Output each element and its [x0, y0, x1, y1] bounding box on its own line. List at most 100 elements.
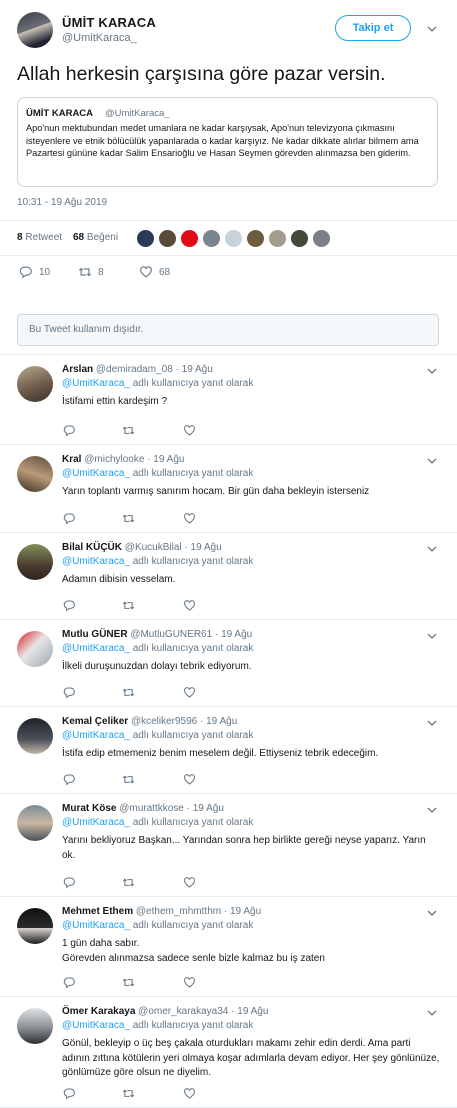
reply-author-handle[interactable]: @omer_karakaya34 [138, 1006, 228, 1017]
reply-icon [63, 513, 75, 525]
avatar[interactable] [17, 1008, 53, 1044]
chevron-down-icon[interactable] [427, 1008, 437, 1018]
reply-tweet[interactable]: Bilal KÜÇÜK @KucukBilal · 19 Ağu @UmitKar… [0, 533, 457, 620]
chevron-down-icon[interactable] [427, 805, 437, 815]
replying-to-text: adlı kullanıcıya yanıt olarak [129, 920, 254, 931]
author-handle[interactable]: @UmitKaraca_ [62, 32, 137, 44]
quoted-tweet[interactable]: ÜMİT KARACA @UmitKaraca_ Apo'nun mektubu… [17, 97, 438, 187]
reply-author-name[interactable]: Kral [62, 454, 81, 465]
retweet-icon [122, 514, 135, 523]
reply-author-name[interactable]: Murat Köse [62, 803, 116, 814]
reply-header: Mutlu GÜNER @MutluGUNER61 · 19 Ağu [62, 629, 252, 640]
replying-to-handle[interactable]: @UmitKaraca_ [62, 730, 130, 741]
like-stat[interactable]: 68 Beğeni [73, 232, 118, 243]
reply-tweet[interactable]: Ömer Karakaya @omer_karakaya34 · 19 Ağu @… [0, 997, 457, 1108]
tweet-timestamp[interactable]: 10:31 - 19 Ağu 2019 [17, 197, 107, 208]
reply-tweet[interactable]: Kemal Çeliker @kceliker9596 · 19 Ağu @Umi… [0, 707, 457, 794]
replying-to-handle[interactable]: @UmitKaraca_ [62, 1020, 130, 1031]
replying-to: @UmitKaraca_ adlı kullanıcıya yanıt olar… [62, 730, 253, 741]
reply-date[interactable]: 19 Ağu [191, 542, 222, 553]
reply-header: Ömer Karakaya @omer_karakaya34 · 19 Ağu [62, 1006, 268, 1017]
avatar[interactable] [17, 631, 53, 667]
avatar[interactable] [17, 544, 53, 580]
chevron-down-icon[interactable] [427, 718, 437, 728]
reply-icon [63, 687, 75, 699]
reply-author-name[interactable]: Mehmet Ethem [62, 906, 133, 917]
reply-icon [63, 425, 75, 437]
avatar[interactable] [17, 456, 53, 492]
liker-avatar[interactable] [180, 229, 199, 248]
reply-actions [62, 1087, 262, 1101]
reply-author-name[interactable]: Kemal Çeliker [62, 716, 128, 727]
reply-date[interactable]: 19 Ağu [206, 716, 237, 727]
reply-date[interactable]: 19 Ağu [153, 454, 184, 465]
chevron-down-icon[interactable] [427, 631, 437, 641]
liker-avatar[interactable] [312, 229, 331, 248]
heart-icon [184, 774, 195, 785]
reply-tweet[interactable]: Mehmet Ethem @ethem_mhmtthm · 19 Ağu @Umi… [0, 897, 457, 997]
liker-avatar[interactable] [158, 229, 177, 248]
header-separator: · [183, 803, 193, 814]
replying-to: @UmitKaraca_ adlı kullanıcıya yanıt olar… [62, 468, 253, 479]
retweet-stat-label: Retweet [25, 232, 63, 243]
replying-to-handle[interactable]: @UmitKaraca_ [62, 817, 130, 828]
replying-to-handle[interactable]: @UmitKaraca_ [62, 468, 130, 479]
chevron-down-icon[interactable] [427, 456, 437, 466]
reply-header: Mehmet Ethem @ethem_mhmtthm · 19 Ağu [62, 906, 261, 917]
liker-avatar[interactable] [202, 229, 221, 248]
author-avatar[interactable] [17, 12, 53, 48]
chevron-down-icon[interactable] [427, 366, 437, 376]
reply-header: Kemal Çeliker @kceliker9596 · 19 Ağu [62, 716, 237, 727]
reply-date[interactable]: 19 Ağu [230, 906, 261, 917]
retweet-stat[interactable]: 8 Retweet [17, 232, 62, 243]
replying-to-handle[interactable]: @UmitKaraca_ [62, 556, 130, 567]
liker-avatar[interactable] [246, 229, 265, 248]
author-name[interactable]: ÜMİT KARACA [62, 15, 156, 30]
reply-author-name[interactable]: Arslan [62, 364, 93, 375]
reply-header: Kral @michylooke · 19 Ağu [62, 454, 184, 465]
reply-tweet[interactable]: Murat Köse @murattkkose · 19 Ağu @UmitKar… [0, 794, 457, 897]
reply-author-handle[interactable]: @kceliker9596 [131, 716, 197, 727]
reply-actions [62, 773, 262, 787]
liker-avatar[interactable] [224, 229, 243, 248]
reply-tweet[interactable]: Mutlu GÜNER @MutluGUNER61 · 19 Ağu @UmitK… [0, 620, 457, 707]
avatar[interactable] [17, 805, 53, 841]
avatar[interactable] [17, 366, 53, 402]
chevron-down-icon[interactable] [427, 908, 437, 918]
reply-icon [63, 600, 75, 612]
reply-author-handle[interactable]: @michylooke [84, 454, 144, 465]
header-separator: · [144, 454, 154, 465]
like-button[interactable]: 68 [139, 265, 170, 279]
reply-date[interactable]: 19 Ağu [193, 803, 224, 814]
reply-author-handle[interactable]: @KucukBilal [125, 542, 182, 553]
reply-icon [63, 877, 75, 889]
reply-author-name[interactable]: Bilal KÜÇÜK [62, 542, 122, 553]
replying-to-handle[interactable]: @UmitKaraca_ [62, 643, 130, 654]
replying-to-handle[interactable]: @UmitKaraca_ [62, 920, 130, 931]
reply-button[interactable]: 10 [19, 265, 50, 279]
reply-author-handle[interactable]: @demiradam_08 [96, 364, 173, 375]
reply-author-name[interactable]: Mutlu GÜNER [62, 629, 128, 640]
like-stat-label: Beğeni [86, 232, 119, 243]
liker-avatar[interactable] [268, 229, 287, 248]
avatar[interactable] [17, 908, 53, 944]
reply-date[interactable]: 19 Ağu [182, 364, 213, 375]
avatar[interactable] [17, 718, 53, 754]
reply-tweet[interactable]: Arslan @demiradam_08 · 19 Ağu @UmitKaraca… [0, 355, 457, 445]
reply-tweet[interactable]: Kral @michylooke · 19 Ağu @UmitKaraca_ ad… [0, 445, 457, 533]
reply-date[interactable]: 19 Ağu [221, 629, 252, 640]
reply-author-name[interactable]: Ömer Karakaya [62, 1006, 135, 1017]
retweet-button[interactable]: 8 [78, 265, 104, 279]
liker-avatar[interactable] [290, 229, 309, 248]
reply-actions [62, 599, 262, 613]
reply-date[interactable]: 19 Ağu [237, 1006, 268, 1017]
reply-author-handle[interactable]: @murattkkose [119, 803, 184, 814]
replying-to-handle[interactable]: @UmitKaraca_ [62, 378, 130, 389]
chevron-down-icon[interactable] [427, 24, 437, 34]
reply-author-handle[interactable]: @ethem_mhmtthm [136, 906, 221, 917]
liker-avatar[interactable] [136, 229, 155, 248]
reply-text: Adamın dibisin vesselam. [62, 574, 176, 585]
follow-button[interactable]: Takip et [335, 15, 411, 41]
reply-author-handle[interactable]: @MutluGUNER61 [130, 629, 212, 640]
chevron-down-icon[interactable] [427, 544, 437, 554]
